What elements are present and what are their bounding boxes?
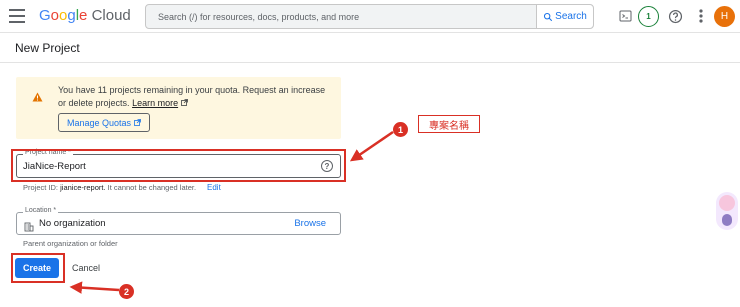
assistant-widget[interactable] <box>716 192 738 230</box>
annotation-callout: 專案名稱 <box>418 115 480 133</box>
arrow-1 <box>349 130 394 162</box>
assistant-avatar-icon <box>719 195 735 211</box>
annotation-marker-1: 1 <box>393 122 408 137</box>
annotation-marker-2: 2 <box>119 284 134 299</box>
annotation-arrows <box>69 130 394 294</box>
arrow-2 <box>69 281 120 294</box>
microphone-icon <box>722 214 732 226</box>
